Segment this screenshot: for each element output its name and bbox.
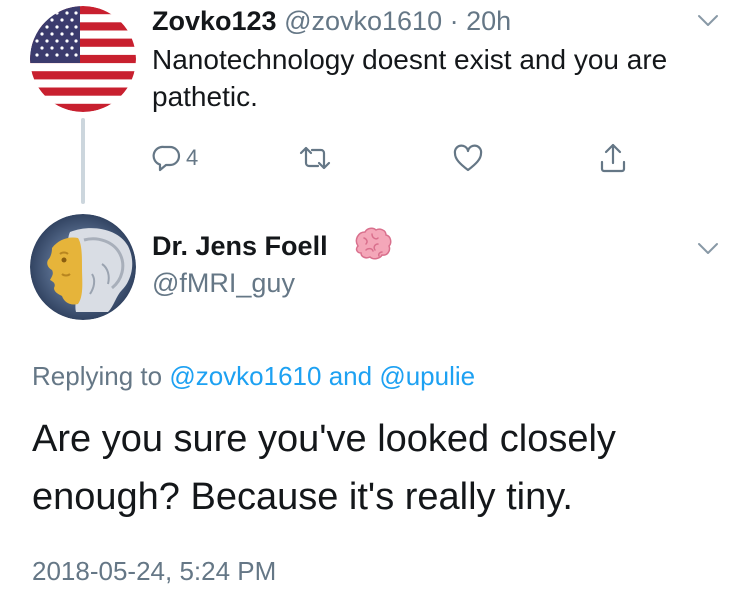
replying-to: Replying to @zovko1610 and @upulie: [32, 359, 475, 393]
thread-connector-line: [81, 118, 85, 204]
handle[interactable]: @fMRI_guy: [152, 266, 295, 300]
tweet-text: Nanotechnology doesnt exist and you are …: [152, 44, 668, 112]
chevron-down-icon[interactable]: [697, 14, 719, 28]
avatar[interactable]: [30, 6, 136, 112]
share-icon: [598, 142, 628, 174]
separator: ·: [449, 6, 459, 36]
reply-button[interactable]: 4: [152, 138, 198, 178]
tweet-header: Zovko123 @zovko1610 · 20h: [152, 4, 511, 38]
avatar[interactable]: [30, 214, 136, 320]
tweet-actions: 4: [152, 138, 652, 178]
chevron-down-icon[interactable]: [697, 242, 719, 256]
retweet-icon: [298, 143, 332, 173]
tweet-timestamp[interactable]: 2018-05-24, 5:24 PM: [32, 554, 276, 588]
display-name[interactable]: Dr. Jens Foell: [152, 229, 328, 263]
tweet-text: Are you sure you've looked closely enoug…: [32, 418, 616, 518]
retweet-button[interactable]: [298, 138, 332, 178]
handle[interactable]: @zovko1610: [284, 6, 442, 36]
display-name[interactable]: Zovko123: [152, 6, 277, 36]
heart-icon: [452, 143, 484, 173]
us-flag-icon: [30, 6, 136, 112]
replying-and[interactable]: and: [329, 361, 372, 391]
brain-emoji-icon: [352, 226, 392, 264]
like-button[interactable]: [452, 138, 484, 178]
share-button[interactable]: [598, 138, 628, 178]
reply-count: 4: [186, 145, 199, 170]
reply-icon: [152, 143, 182, 173]
skull-scan-icon: [30, 214, 136, 320]
replying-prefix: Replying to: [32, 361, 163, 391]
mention-link[interactable]: @zovko1610: [169, 361, 321, 391]
tweet-time[interactable]: 20h: [466, 6, 511, 36]
mention-link[interactable]: @upulie: [379, 361, 475, 391]
